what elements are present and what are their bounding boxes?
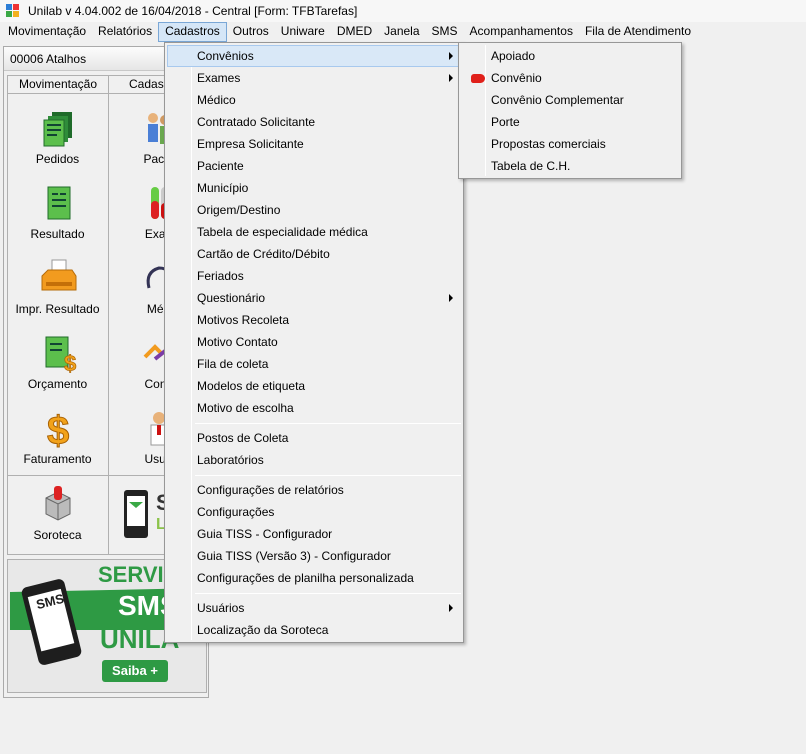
title-bar: Unilab v 4.04.002 de 16/04/2018 - Centra… xyxy=(0,0,806,22)
submenu-item-porte[interactable]: Porte xyxy=(461,111,679,133)
submenu-item-apoiado[interactable]: Apoiado xyxy=(461,45,679,67)
menu-item-config-planilha[interactable]: Configurações de planilha personalizada xyxy=(167,567,461,589)
menu-item-municipio[interactable]: Município xyxy=(167,177,461,199)
menu-item-label: Usuários xyxy=(197,601,245,615)
menu-item-fila-coleta[interactable]: Fila de coleta xyxy=(167,353,461,375)
window-title: Unilab v 4.04.002 de 16/04/2018 - Centra… xyxy=(28,4,358,18)
menu-item-contratado-solicitante[interactable]: Contratado Solicitante xyxy=(167,111,461,133)
submenu-arrow-icon xyxy=(449,74,453,82)
menu-item-guia-tiss[interactable]: Guia TISS - Configurador xyxy=(167,523,461,545)
shortcut-resultado[interactable]: Resultado xyxy=(10,183,105,241)
menu-item-label: Exames xyxy=(197,71,241,85)
menu-janela[interactable]: Janela xyxy=(378,22,425,42)
resultado-icon xyxy=(38,183,78,223)
menu-acompanhamentos[interactable]: Acompanhamentos xyxy=(464,22,579,42)
menu-item-questionario[interactable]: Questionário xyxy=(167,287,461,309)
submenu-arrow-icon xyxy=(449,604,453,612)
svg-text:$: $ xyxy=(64,351,76,373)
shortcut-label: Soroteca xyxy=(33,528,82,542)
shortcut-impr-resultado[interactable]: Impr. Resultado xyxy=(10,258,105,316)
menu-separator xyxy=(195,475,461,476)
menu-item-localizacao-soroteca[interactable]: Localização da Soroteca xyxy=(167,619,461,641)
menu-bar: Movimentação Relatórios Cadastros Outros… xyxy=(0,22,806,42)
menu-fila-atendimento[interactable]: Fila de Atendimento xyxy=(579,22,697,42)
menu-item-motivo-contato[interactable]: Motivo Contato xyxy=(167,331,461,353)
menu-item-paciente[interactable]: Paciente xyxy=(167,155,461,177)
menu-item-tabela-especialidade[interactable]: Tabela de especialidade médica xyxy=(167,221,461,243)
submenu-arrow-icon xyxy=(449,294,453,302)
menu-separator xyxy=(195,423,461,424)
menu-item-origem-destino[interactable]: Origem/Destino xyxy=(167,199,461,221)
menu-cadastros[interactable]: Cadastros xyxy=(158,22,227,42)
orcamento-icon: $ xyxy=(38,333,78,376)
submenu-item-tabela-ch[interactable]: Tabela de C.H. xyxy=(461,155,679,177)
submenu-arrow-icon xyxy=(449,52,453,60)
menu-movimentacao[interactable]: Movimentação xyxy=(2,22,92,42)
shortcut-label: Pedidos xyxy=(35,152,80,166)
menu-item-empresa-solicitante[interactable]: Empresa Solicitante xyxy=(167,133,461,155)
menu-separator xyxy=(195,593,461,594)
shortcut-label: Resultado xyxy=(30,227,85,241)
menu-outros[interactable]: Outros xyxy=(227,22,275,42)
app-icon xyxy=(6,4,20,18)
printer-icon xyxy=(38,258,78,298)
menu-sms[interactable]: SMS xyxy=(426,22,464,42)
shortcut-label: Orçamento xyxy=(27,377,88,391)
red-car-icon xyxy=(471,74,485,83)
menu-dmed[interactable]: DMED xyxy=(331,22,378,42)
menu-item-modelos-etiqueta[interactable]: Modelos de etiqueta xyxy=(167,375,461,397)
column-header-movimentacao[interactable]: Movimentação xyxy=(8,76,108,94)
soroteca-icon xyxy=(38,484,78,524)
submenu-item-propostas-comerciais[interactable]: Propostas comerciais xyxy=(461,133,679,155)
menu-item-laboratorios[interactable]: Laboratórios xyxy=(167,449,461,471)
menu-relatorios[interactable]: Relatórios xyxy=(92,22,158,42)
shortcut-soroteca[interactable]: Soroteca xyxy=(10,484,105,542)
pedidos-icon xyxy=(38,108,78,148)
menu-item-convenios[interactable]: Convênios xyxy=(167,45,461,67)
menu-item-cartao-credito[interactable]: Cartão de Crédito/Débito xyxy=(167,243,461,265)
shortcut-label: Impr. Resultado xyxy=(15,302,100,316)
submenu-item-convenio[interactable]: Convênio xyxy=(461,67,679,89)
menu-item-exames[interactable]: Exames xyxy=(167,67,461,89)
saiba-mais-button[interactable]: Saiba + xyxy=(102,660,168,682)
menu-item-motivo-escolha[interactable]: Motivo de escolha xyxy=(167,397,461,419)
menu-item-guia-tiss-v3[interactable]: Guia TISS (Versão 3) - Configurador xyxy=(167,545,461,567)
menu-item-medico[interactable]: Médico xyxy=(167,89,461,111)
menu-item-motivos-recoleta[interactable]: Motivos Recoleta xyxy=(167,309,461,331)
dollar-icon: $ xyxy=(38,408,78,454)
submenu-item-convenio-complementar[interactable]: Convênio Complementar xyxy=(461,89,679,111)
shortcut-label: Faturamento xyxy=(23,452,92,466)
menu-uniware[interactable]: Uniware xyxy=(275,22,331,42)
menu-item-label: Convênio xyxy=(491,71,542,85)
menu-item-label: Convênios xyxy=(197,49,254,63)
shortcut-pedidos[interactable]: Pedidos xyxy=(10,108,105,166)
shortcut-faturamento[interactable]: $ Faturamento xyxy=(10,408,105,467)
menu-item-usuarios[interactable]: Usuários xyxy=(167,597,461,619)
convenios-submenu: Apoiado Convênio Convênio Complementar P… xyxy=(458,42,682,179)
menu-item-config-relatorios[interactable]: Configurações de relatórios xyxy=(167,479,461,501)
menu-item-postos-coleta[interactable]: Postos de Coleta xyxy=(167,427,461,449)
menu-item-feriados[interactable]: Feriados xyxy=(167,265,461,287)
shortcut-orcamento[interactable]: $ Orçamento xyxy=(10,333,105,391)
menu-item-label: Questionário xyxy=(197,291,266,305)
menu-item-configuracoes[interactable]: Configurações xyxy=(167,501,461,523)
svg-text:$: $ xyxy=(47,409,69,448)
cadastros-dropdown: Convênios Exames Médico Contratado Solic… xyxy=(164,42,464,643)
